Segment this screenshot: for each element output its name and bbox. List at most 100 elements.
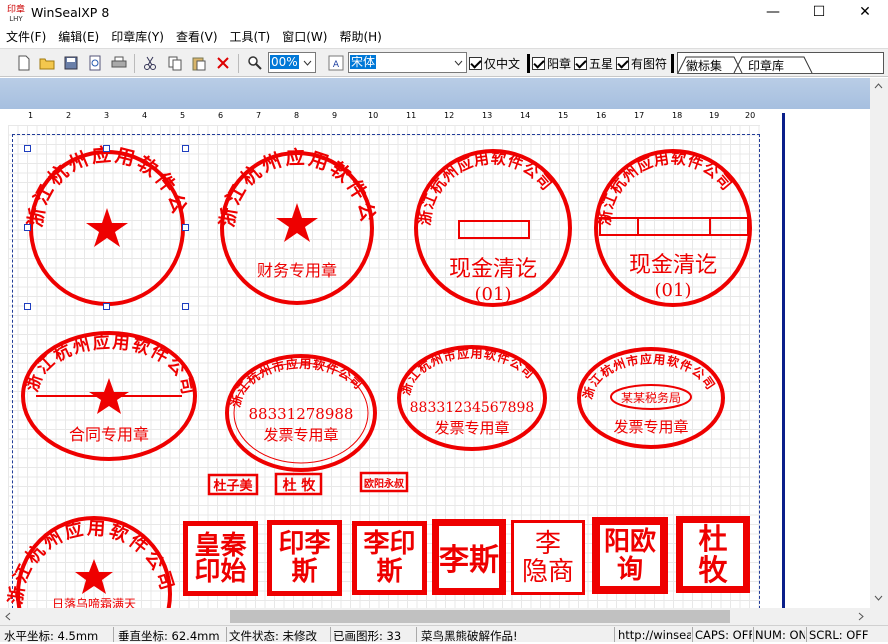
seal-invoice-label: 发票专用章 [263,426,338,444]
new-file-icon [18,55,30,71]
square-seal-3[interactable]: 李印 斯 [352,521,427,595]
chevron-down-icon[interactable] [450,53,466,72]
square-seal-7[interactable]: 杜 牧 [676,516,750,593]
selection-handle[interactable] [103,145,110,152]
toolbar-separator [527,54,530,73]
close-icon: ✕ [859,4,871,20]
vertical-scrollbar[interactable] [870,78,888,608]
selection-handle[interactable] [24,145,31,152]
preview-button[interactable] [85,53,105,73]
chevron-up-icon[interactable] [874,83,883,89]
delete-icon [217,57,229,69]
five-star-icon [89,378,129,414]
seal-cash-label: 现金清讫 [449,257,537,282]
seal-finance-label: 财务专用章 [257,261,337,280]
svg-text:浙江杭州应用软件公司: 浙江杭州应用软件公司 [416,149,556,226]
seal-invoice-2[interactable]: 浙江杭州市应用软件公司 88331234567898 发票专用章 [397,345,547,451]
horizontal-scroll-thumb[interactable] [230,610,730,623]
option-yang-seal[interactable]: 阳章 [532,55,571,71]
seal-company-star[interactable]: 浙江杭州应用软件公司 [0,78,191,306]
tab-logo-set[interactable]: 徽标集 [686,57,722,74]
font-button[interactable]: A [326,53,346,73]
seal-small-2[interactable]: 杜 牧 [274,472,323,496]
seal-tax[interactable]: 浙江杭州市应用软件公司 某某税务局 发票专用章 [577,347,725,449]
square-seal-2[interactable]: 印李 斯 [267,520,342,596]
library-tab-strip: 徽标集 印章库 [677,52,884,74]
status-separator [692,627,693,642]
font-value: 宋体 [350,55,377,69]
checkbox-checked-icon[interactable] [616,56,629,70]
app-icon: 印章 LHY [6,3,26,23]
title-bar: 印章 LHY WinSealXP 8 — ☐ ✕ [0,0,888,26]
print-button[interactable] [109,53,129,73]
checkbox-checked-icon[interactable] [532,56,545,70]
seal-invoice-1[interactable]: 浙江杭州市应用软件公司 88331278988 发票专用章 [225,354,377,472]
square-seal-5[interactable]: 李 隐商 [511,520,585,595]
seal-small-1[interactable]: 杜子美 [207,473,259,496]
seal-cash-1[interactable]: 浙江杭州应用软件公司 现金清讫 (01) [414,149,572,307]
zoom-button[interactable] [245,53,265,73]
chevron-right-icon[interactable] [858,612,864,621]
scissors-icon [144,56,156,70]
seal-invoice-number: 88331278988 [249,405,354,423]
option-has-symbol[interactable]: 有图符 [616,55,667,71]
seal-tax-invoice-label: 发票专用章 [613,418,688,436]
status-separator [416,627,417,642]
maximize-button[interactable]: ☐ [796,0,842,26]
zoom-select[interactable]: 00% [268,52,316,73]
menu-seal-library[interactable]: 印章库(Y) [105,27,170,47]
new-button[interactable] [14,53,34,73]
menu-edit[interactable]: 编辑(E) [52,27,105,47]
selection-handle[interactable] [103,303,110,310]
selection-handle[interactable] [24,303,31,310]
selection-handle[interactable] [182,224,189,231]
open-button[interactable] [37,53,57,73]
cut-button[interactable] [140,53,160,73]
svg-text:浙江杭州市应用软件公司: 浙江杭州市应用软件公司 [398,346,538,397]
checkbox-checked-icon[interactable] [574,56,587,70]
option-five-star[interactable]: 五星 [574,55,613,71]
menu-help[interactable]: 帮助(H) [333,27,387,47]
option-chinese-only[interactable]: 仅中文 [469,55,520,71]
checkbox-checked-icon[interactable] [469,56,482,70]
seal-cash-company-text: 浙江杭州应用软件公司 [416,149,555,226]
square-seal-4[interactable]: 李斯 [432,519,506,595]
paste-button[interactable] [189,53,209,73]
menu-window[interactable]: 窗口(W) [276,27,333,47]
minimize-button[interactable]: — [750,0,796,26]
square-seal-6[interactable]: 阳欧 询 [592,517,668,594]
seal-small-3-text: 欧阳永叔 [364,477,405,490]
selection-handle[interactable] [182,303,189,310]
selection-handle[interactable] [182,145,189,152]
status-separator [806,627,807,642]
app-icon-top: 印章 [7,3,25,15]
seal-contract[interactable]: 浙江杭州应用软件公司 合同专用章 [21,331,198,461]
close-button[interactable]: ✕ [842,0,888,26]
chevron-left-icon[interactable] [5,612,11,621]
square-seal-6-text: 阳欧 询 [603,526,656,585]
seal-cash-2[interactable]: 浙江杭州应用软件公司 现金清讫 (01) [594,149,752,307]
tab-seal-library[interactable]: 印章库 [748,57,784,74]
menu-tools[interactable]: 工具(T) [224,27,277,47]
horizontal-scrollbar[interactable] [0,608,870,625]
menu-view[interactable]: 查看(V) [170,27,224,47]
chevron-down-icon[interactable] [874,595,883,601]
seal-invoice2-label: 发票专用章 [434,419,509,437]
preview-icon [89,55,101,71]
copy-button[interactable] [165,53,185,73]
seal-tax-label: 某某税务局 [621,390,681,405]
selection-handle[interactable] [24,224,31,231]
delete-button[interactable] [213,53,233,73]
status-num: NUM: ON [755,628,805,642]
font-select[interactable]: 宋体 [348,52,467,73]
square-seal-1[interactable]: 皇秦 印始 [183,521,258,596]
seal-small-3[interactable]: 欧阳永叔 [359,471,409,493]
save-button[interactable] [61,53,81,73]
seal-bottom-round[interactable]: 浙江杭州应用软件公司 日落乌啼霜满天 [4,516,178,608]
seal-finance-company-text: 浙江杭州应用软件公司 [0,78,377,229]
seal-bottom-company-text: 浙江杭州应用软件公司 [4,517,175,605]
menu-file[interactable]: 文件(F) [0,27,52,47]
document-canvas[interactable]: 1 2 3 4 5 6 7 8 9 10 11 12 13 14 15 16 1… [0,78,870,608]
chevron-down-icon[interactable] [299,53,315,72]
square-seal-2-text: 印李 斯 [278,529,331,587]
